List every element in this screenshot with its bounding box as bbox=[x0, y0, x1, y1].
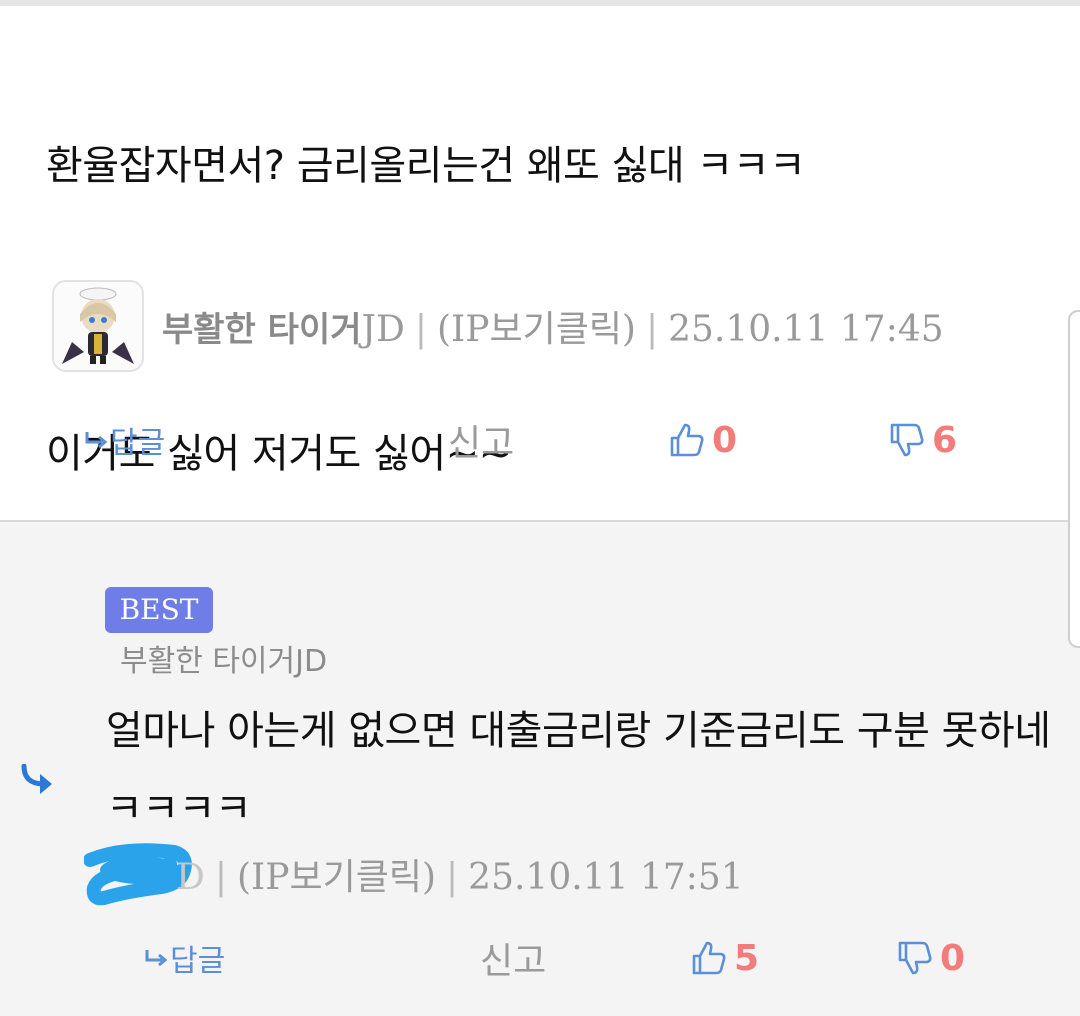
reply-button[interactable]: 답글 bbox=[144, 928, 225, 988]
best-badge: BEST bbox=[105, 587, 213, 633]
reply-arrow-icon bbox=[144, 941, 170, 976]
timestamp: 25.10.11 17:51 bbox=[468, 857, 744, 898]
meta-separator: | bbox=[446, 857, 459, 898]
reply-label: 답글 bbox=[170, 944, 226, 979]
thumbs-down-icon bbox=[888, 421, 926, 459]
report-button[interactable]: 신고 bbox=[480, 928, 546, 988]
comment-1-line-1: 환율잡자면서? 금리올리는건 왜또 싫대 ㅋㅋㅋ bbox=[46, 143, 806, 189]
avatar[interactable] bbox=[52, 280, 144, 372]
reply-target-nickname: 부활한 타이거JD bbox=[120, 644, 328, 679]
like-button[interactable]: 0 bbox=[668, 410, 737, 470]
thumbs-up-icon bbox=[690, 939, 728, 977]
scroll-handle[interactable] bbox=[1068, 310, 1080, 648]
thumbs-up-icon bbox=[668, 421, 706, 459]
dislike-button[interactable]: 0 bbox=[896, 928, 965, 988]
author-suffix[interactable]: JD bbox=[362, 309, 405, 350]
meta-separator: | bbox=[214, 857, 228, 898]
like-count: 5 bbox=[734, 937, 760, 979]
reply-arrow-icon bbox=[84, 423, 110, 458]
like-button[interactable]: 5 bbox=[690, 928, 759, 988]
author-nickname[interactable]: D bbox=[176, 857, 205, 898]
report-label: 신고 bbox=[480, 941, 547, 982]
comment-2-meta: D | (IP보기클릭) | 25.10.11 17:51 bbox=[176, 854, 744, 902]
author-nickname[interactable]: 부활한 타이거 bbox=[162, 310, 362, 350]
comment-1-actions: 답글 신고 0 6 bbox=[0, 410, 1080, 470]
meta-separator: | bbox=[414, 309, 427, 350]
ip-view-link[interactable]: (IP보기클릭) bbox=[437, 309, 636, 350]
dislike-count: 0 bbox=[940, 937, 966, 979]
report-button[interactable]: 신고 bbox=[448, 410, 514, 470]
report-label: 신고 bbox=[448, 423, 515, 464]
ip-view-link[interactable]: (IP보기클릭) bbox=[237, 857, 436, 898]
reply-indicator-icon bbox=[20, 763, 62, 802]
meta-separator: | bbox=[645, 309, 659, 350]
like-count: 0 bbox=[712, 419, 738, 461]
comment-2-actions: 답글 신고 5 0 bbox=[0, 928, 1080, 988]
timestamp: 25.10.11 17:45 bbox=[668, 309, 944, 350]
reply-label: 답글 bbox=[110, 426, 166, 461]
dislike-button[interactable]: 6 bbox=[888, 410, 957, 470]
dislike-count: 6 bbox=[932, 419, 958, 461]
reply-button[interactable]: 답글 bbox=[84, 410, 165, 470]
thumbs-down-icon bbox=[896, 939, 934, 977]
comment-2-body: 얼마나 아는게 없으면 대출금리랑 기준금리도 구분 못하네ㅋㅋㅋㅋ bbox=[106, 708, 1051, 832]
comment-1-meta: 부활한 타이거JD | (IP보기클릭) | 25.10.11 17:45 bbox=[162, 306, 944, 354]
